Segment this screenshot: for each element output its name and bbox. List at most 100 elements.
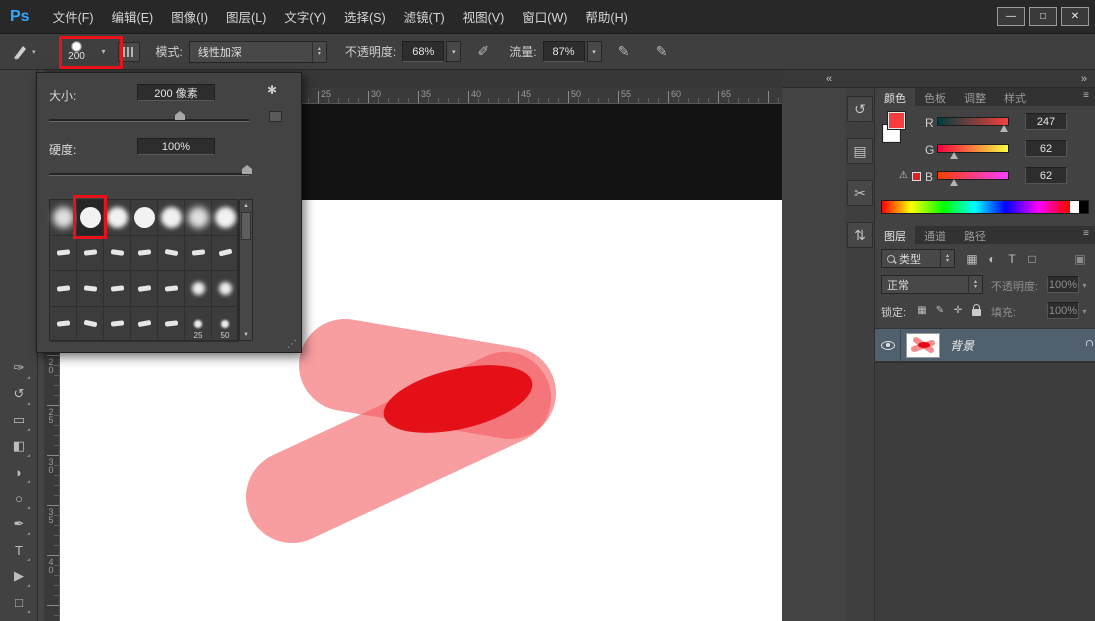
brush-tip[interactable] <box>212 236 239 272</box>
filter-adjustment-layers-icon[interactable]: ◐ <box>983 250 1001 268</box>
color-panel-menu-icon[interactable]: ≡ <box>1083 88 1095 106</box>
brush-tip[interactable] <box>131 271 158 307</box>
menu-view[interactable]: 视图(V) <box>454 0 514 34</box>
maximize-button[interactable]: □ <box>1029 7 1057 26</box>
brush-size-slider-thumb[interactable] <box>175 111 185 120</box>
menu-type[interactable]: 文字(Y) <box>275 0 335 34</box>
green-slider[interactable] <box>937 144 1009 153</box>
brush-tip[interactable] <box>131 200 158 236</box>
menu-layer[interactable]: 图层(L) <box>217 0 275 34</box>
brush-tip[interactable] <box>212 200 239 236</box>
red-value-field[interactable]: 247 <box>1025 113 1067 130</box>
scroll-up-icon[interactable]: ▲ <box>240 200 252 211</box>
filter-shape-layers-icon[interactable]: □ <box>1023 250 1041 268</box>
brush-tip[interactable] <box>77 307 104 343</box>
blue-slider[interactable] <box>937 171 1009 180</box>
brush-tip[interactable]: 25 <box>185 307 212 343</box>
history-panel-icon[interactable]: ↺ <box>847 96 873 122</box>
clone-stamp-tool[interactable]: ✑ <box>7 356 31 380</box>
eraser-tool[interactable]: ▭ <box>7 408 31 432</box>
minimize-button[interactable]: — <box>997 7 1025 26</box>
menu-select[interactable]: 选择(S) <box>335 0 395 34</box>
green-value-field[interactable]: 62 <box>1025 140 1067 157</box>
shape-tool[interactable]: □ <box>7 590 31 614</box>
brush-tip[interactable] <box>131 236 158 272</box>
brush-tip[interactable]: 50 <box>212 307 239 343</box>
filter-stepper-icon[interactable]: ▴ ▾ <box>940 250 954 267</box>
brush-size-slider[interactable] <box>49 119 249 122</box>
brush-tip[interactable] <box>77 236 104 272</box>
layer-row-background[interactable]: 背景 <box>875 328 1095 362</box>
swap-panel-icon[interactable]: ⇅ <box>847 222 873 248</box>
blue-slider-thumb[interactable] <box>950 179 958 186</box>
layer-thumbnail[interactable] <box>906 333 940 358</box>
tab-color[interactable]: 颜色 <box>875 88 915 106</box>
brush-tool-arrow-icon[interactable]: ▾ <box>32 48 36 56</box>
pressure-opacity-icon[interactable]: ✐ <box>471 40 495 64</box>
resize-grip-icon[interactable]: ⋰ <box>287 339 297 350</box>
gamut-warning-icon[interactable]: ⚠ <box>899 170 908 181</box>
brush-tip[interactable] <box>158 307 185 343</box>
red-slider[interactable] <box>937 117 1009 126</box>
fill-dropdown-icon[interactable]: ▾ <box>1078 302 1091 320</box>
brush-size-field[interactable]: 200 像素 <box>137 84 215 101</box>
filter-pixel-layers-icon[interactable]: ▦ <box>963 250 981 268</box>
brush-tip[interactable] <box>104 307 131 343</box>
clip-panel-icon[interactable]: ✂ <box>847 180 873 206</box>
tab-swatches[interactable]: 色板 <box>915 88 955 106</box>
filter-type-layers-icon[interactable]: T <box>1003 250 1021 268</box>
flow-dropdown-icon[interactable]: ▾ <box>587 41 602 62</box>
tab-channels[interactable]: 通道 <box>915 226 955 244</box>
hand-tool[interactable]: ✥ <box>7 616 31 621</box>
blue-value-field[interactable]: 62 <box>1025 167 1067 184</box>
menu-window[interactable]: 窗口(W) <box>513 0 576 34</box>
opacity-field[interactable]: 68% <box>402 41 444 62</box>
tab-adjustments[interactable]: 调整 <box>955 88 995 106</box>
tab-styles[interactable]: 样式 <box>995 88 1035 106</box>
blend-stepper-icon[interactable]: ▴ ▾ <box>968 276 982 293</box>
color-spectrum[interactable] <box>881 200 1089 214</box>
type-tool[interactable]: T <box>7 538 31 562</box>
scroll-down-icon[interactable]: ▼ <box>240 329 252 340</box>
foreground-color-swatch[interactable] <box>888 112 905 129</box>
collapse-dock-icon[interactable]: « <box>826 73 832 85</box>
green-slider-thumb[interactable] <box>950 152 958 159</box>
tab-paths[interactable]: 路径 <box>955 226 995 244</box>
brush-tip[interactable] <box>77 271 104 307</box>
brush-tip[interactable] <box>50 271 77 307</box>
brush-tip[interactable] <box>131 307 158 343</box>
menu-edit[interactable]: 编辑(E) <box>103 0 163 34</box>
red-slider-thumb[interactable] <box>1000 125 1008 132</box>
tab-layers[interactable]: 图层 <box>875 226 915 244</box>
brush-tip[interactable] <box>185 271 212 307</box>
opacity-dropdown-icon[interactable]: ▾ <box>446 41 461 62</box>
brush-tip[interactable] <box>104 236 131 272</box>
brush-hardness-field[interactable]: 100% <box>137 138 215 155</box>
dodge-tool[interactable]: ○ <box>7 486 31 510</box>
blend-mode-select[interactable]: 正常 ▴ ▾ <box>881 275 983 294</box>
brush-tip[interactable] <box>185 236 212 272</box>
mode-select[interactable]: 线性加深 ▴ ▾ <box>189 41 327 63</box>
layers-opacity-field[interactable]: 100% <box>1047 276 1079 293</box>
layer-visibility-toggle[interactable] <box>875 328 901 362</box>
brush-tip[interactable] <box>104 200 131 236</box>
layer-filter-select[interactable]: 类型 ▴ ▾ <box>881 249 955 268</box>
brush-tip[interactable] <box>158 236 185 272</box>
gear-icon[interactable]: ✱ <box>267 83 277 97</box>
brush-tip[interactable] <box>158 200 185 236</box>
pressure-size-icon[interactable]: ✎ <box>650 40 674 64</box>
brush-tip[interactable] <box>158 271 185 307</box>
lock-transparency-icon[interactable]: ▦ <box>913 301 931 319</box>
brush-tip[interactable] <box>212 271 239 307</box>
lock-all-icon[interactable] <box>967 303 985 321</box>
history-brush-tool[interactable]: ↺ <box>7 382 31 406</box>
brush-hardness-slider[interactable] <box>49 173 249 176</box>
flow-field[interactable]: 87% <box>543 41 585 62</box>
brush-tip[interactable] <box>185 200 212 236</box>
layers-opacity-dropdown-icon[interactable]: ▾ <box>1078 276 1091 294</box>
menu-file[interactable]: 文件(F) <box>44 0 103 34</box>
gradient-tool[interactable]: ◧ <box>7 434 31 458</box>
filter-toggle-icon[interactable]: ▣ <box>1071 250 1089 268</box>
lock-position-icon[interactable]: ✛ <box>949 301 967 319</box>
styles-panel-icon[interactable]: ▤ <box>847 138 873 164</box>
